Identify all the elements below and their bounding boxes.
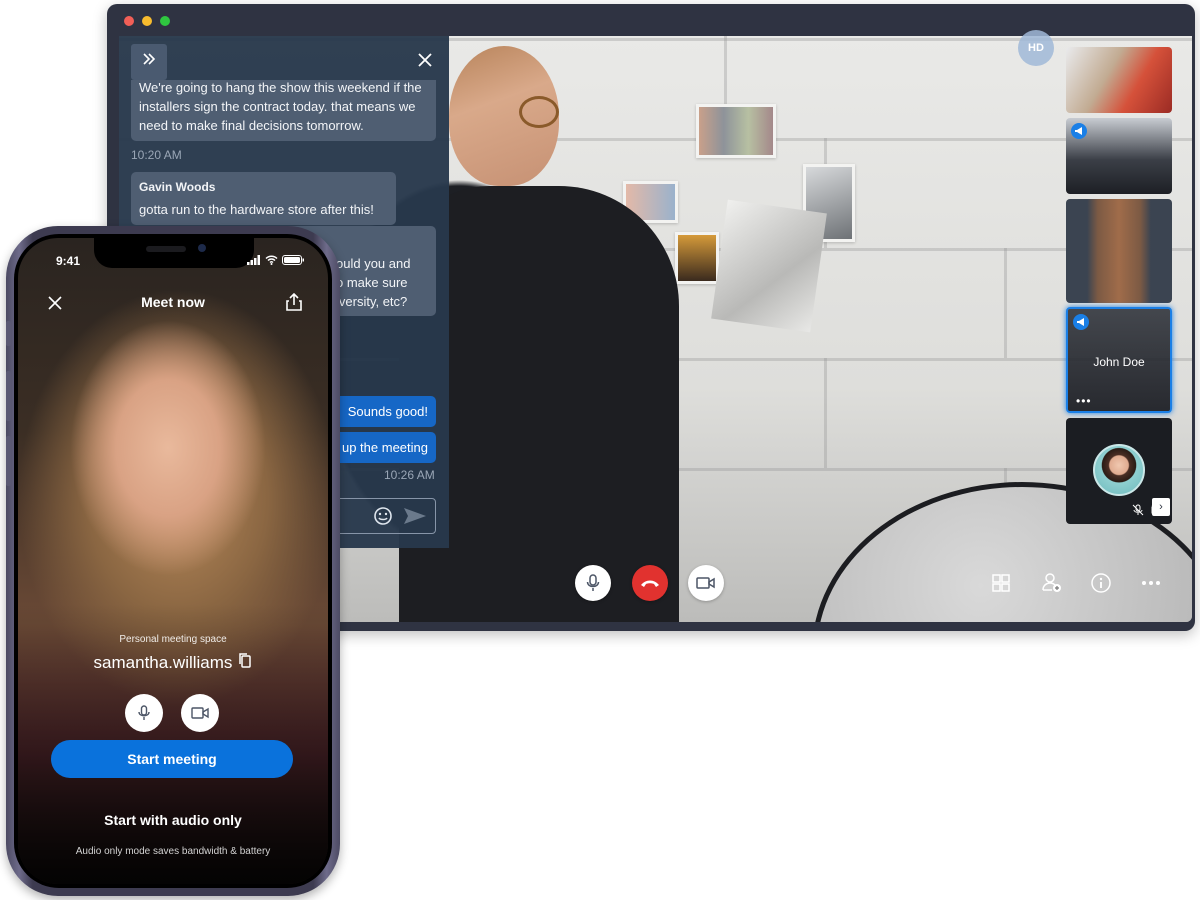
screen-title: Meet now xyxy=(141,294,205,310)
more-options-button[interactable] xyxy=(1139,571,1163,595)
send-icon xyxy=(404,508,426,524)
microphone-icon xyxy=(586,574,600,591)
message-timestamp: 10:20 AM xyxy=(131,148,182,162)
copy-icon xyxy=(239,653,252,668)
layout-button[interactable] xyxy=(989,571,1013,595)
participant-avatar xyxy=(1093,444,1145,496)
megaphone-icon xyxy=(1075,127,1082,135)
participant-strip-next-button[interactable]: › xyxy=(1152,498,1170,516)
smiley-icon xyxy=(374,507,392,525)
video-camera-icon xyxy=(696,577,715,589)
message-timestamp: 10:26 AM xyxy=(384,468,435,482)
mute-mic-button[interactable] xyxy=(575,565,611,601)
status-icons xyxy=(247,255,304,265)
participant-more-button[interactable]: ••• xyxy=(1076,395,1092,407)
expand-chat-button[interactable] xyxy=(131,44,167,80)
participant-tile-active[interactable]: John Doe ••• xyxy=(1066,307,1172,413)
personal-meeting-space: samantha.williams xyxy=(18,652,328,673)
grid-layout-icon xyxy=(992,574,1010,592)
message-sender: Gavin Woods xyxy=(139,180,216,194)
personal-meeting-space-label: Personal meeting space xyxy=(119,634,227,645)
earpiece xyxy=(146,246,186,252)
stage: We're going to hang the show this weeken… xyxy=(0,0,1200,900)
window-close-button[interactable] xyxy=(124,16,134,26)
hang-up-icon xyxy=(641,580,659,587)
audio-only-note: Audio only mode saves bandwidth & batter… xyxy=(75,846,271,857)
message-text: ould you and o make sure iversity, etc? xyxy=(336,256,411,309)
emoji-button[interactable] xyxy=(373,506,393,526)
megaphone-icon xyxy=(1077,318,1084,326)
muted-mic-icon xyxy=(1132,504,1144,516)
active-speaker-badge xyxy=(1071,123,1087,139)
send-button[interactable] xyxy=(403,506,427,526)
mobile-phone: 9:41 Meet now Personal meeting space sam… xyxy=(6,226,340,896)
phone-volume-down xyxy=(6,436,11,486)
active-speaker-badge xyxy=(1073,314,1089,330)
held-print xyxy=(711,199,827,333)
more-icon xyxy=(1142,581,1160,585)
hd-quality-badge: HD xyxy=(1018,30,1054,66)
close-icon xyxy=(418,53,432,67)
info-icon xyxy=(1091,573,1111,593)
message-text: We're going to hang the show this weeken… xyxy=(139,80,422,133)
phone-screen: 9:41 Meet now Personal meeting space sam… xyxy=(18,238,328,884)
window-minimize-button[interactable] xyxy=(142,16,152,26)
presenter-glasses xyxy=(519,96,559,128)
phone-camera-button[interactable] xyxy=(181,694,219,732)
participant-tile[interactable] xyxy=(1066,118,1172,194)
chat-message: Gavin Woods gotta run to the hardware st… xyxy=(131,172,396,225)
double-chevron-right-icon xyxy=(143,53,156,65)
window-maximize-button[interactable] xyxy=(160,16,170,26)
front-camera xyxy=(198,244,206,252)
end-call-button[interactable] xyxy=(632,565,668,601)
video-camera-icon xyxy=(191,707,209,719)
add-participant-icon xyxy=(1042,573,1061,592)
battery-icon xyxy=(282,255,304,265)
start-audio-only-button[interactable]: Start with audio only xyxy=(18,812,328,828)
wall-line xyxy=(824,358,827,468)
phone-volume-up xyxy=(6,371,11,421)
phone-mic-button[interactable] xyxy=(125,694,163,732)
signal-icon xyxy=(247,255,260,265)
message-text: gotta run to the hardware store after th… xyxy=(139,202,374,217)
wall-line xyxy=(1004,248,1007,358)
copy-link-button[interactable] xyxy=(238,652,252,673)
start-meeting-button[interactable]: Start meeting xyxy=(51,740,293,778)
meeting-info-button[interactable] xyxy=(1089,571,1113,595)
phone-silent-switch xyxy=(6,321,11,346)
share-icon xyxy=(286,292,302,311)
participant-tile[interactable] xyxy=(1066,199,1172,303)
phone-notch xyxy=(94,238,254,268)
wifi-icon xyxy=(265,255,278,265)
message-text: up the meeting xyxy=(341,440,428,455)
add-participant-button[interactable] xyxy=(1040,571,1064,595)
chat-message: We're going to hang the show this weeken… xyxy=(131,80,436,141)
status-time: 9:41 xyxy=(56,254,81,268)
share-button[interactable] xyxy=(286,292,302,311)
microphone-icon xyxy=(138,705,150,720)
close-chat-button[interactable] xyxy=(417,52,433,68)
participant-tile[interactable] xyxy=(1066,47,1172,113)
presenter xyxy=(399,36,719,622)
participant-name: John Doe xyxy=(1093,355,1145,369)
meeting-space-name: samantha.williams xyxy=(93,652,233,672)
toggle-camera-button[interactable] xyxy=(688,565,724,601)
chat-message-mine: Sounds good! xyxy=(329,396,436,427)
